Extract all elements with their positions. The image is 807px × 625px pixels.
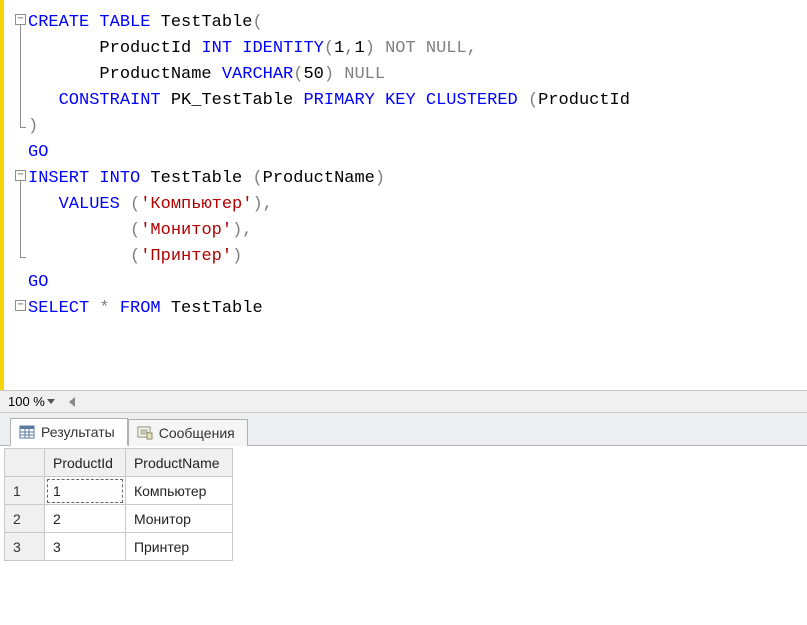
outline-guide-end — [20, 127, 26, 128]
sql-editor[interactable]: CREATE TABLE TestTable( ProductId INT ID… — [0, 0, 807, 390]
table-row[interactable]: 22Монитор — [5, 505, 233, 533]
zoom-value: 100 % — [8, 394, 45, 409]
grid-corner[interactable] — [5, 449, 45, 477]
outline-guide — [20, 25, 21, 127]
row-header[interactable]: 1 — [5, 477, 45, 505]
grid-cell[interactable]: 1 — [45, 477, 126, 505]
collapse-toggle[interactable] — [15, 300, 26, 311]
row-header[interactable]: 3 — [5, 533, 45, 561]
result-tabs: Результаты Сообщения — [0, 412, 807, 446]
results-panel: ProductIdProductName11Компьютер22Монитор… — [0, 446, 807, 625]
tab-messages-label: Сообщения — [159, 425, 235, 441]
row-header[interactable]: 2 — [5, 505, 45, 533]
grid-cell[interactable]: 3 — [45, 533, 126, 561]
column-header[interactable]: ProductId — [45, 449, 126, 477]
tab-messages[interactable]: Сообщения — [128, 419, 248, 446]
zoom-bar: 100 % — [0, 390, 807, 412]
grid-cell[interactable]: Компьютер — [125, 477, 232, 505]
results-grid[interactable]: ProductIdProductName11Компьютер22Монитор… — [4, 448, 233, 561]
grid-cell[interactable]: Принтер — [125, 533, 232, 561]
column-header[interactable]: ProductName — [125, 449, 232, 477]
hscroll-left-icon[interactable] — [69, 397, 75, 407]
messages-icon — [137, 425, 153, 441]
grid-icon — [19, 424, 35, 440]
chevron-down-icon — [47, 399, 55, 404]
outline-gutter[interactable] — [4, 0, 26, 390]
tab-results[interactable]: Результаты — [10, 418, 128, 446]
outline-guide — [20, 181, 21, 257]
grid-cell[interactable]: 2 — [45, 505, 126, 533]
outline-guide-end — [20, 257, 26, 258]
grid-cell[interactable]: Монитор — [125, 505, 232, 533]
zoom-combo[interactable]: 100 % — [6, 394, 57, 409]
table-row[interactable]: 11Компьютер — [5, 477, 233, 505]
tab-results-label: Результаты — [41, 424, 115, 440]
table-row[interactable]: 33Принтер — [5, 533, 233, 561]
code-area[interactable]: CREATE TABLE TestTable( ProductId INT ID… — [26, 0, 807, 390]
collapse-toggle[interactable] — [15, 14, 26, 25]
collapse-toggle[interactable] — [15, 170, 26, 181]
